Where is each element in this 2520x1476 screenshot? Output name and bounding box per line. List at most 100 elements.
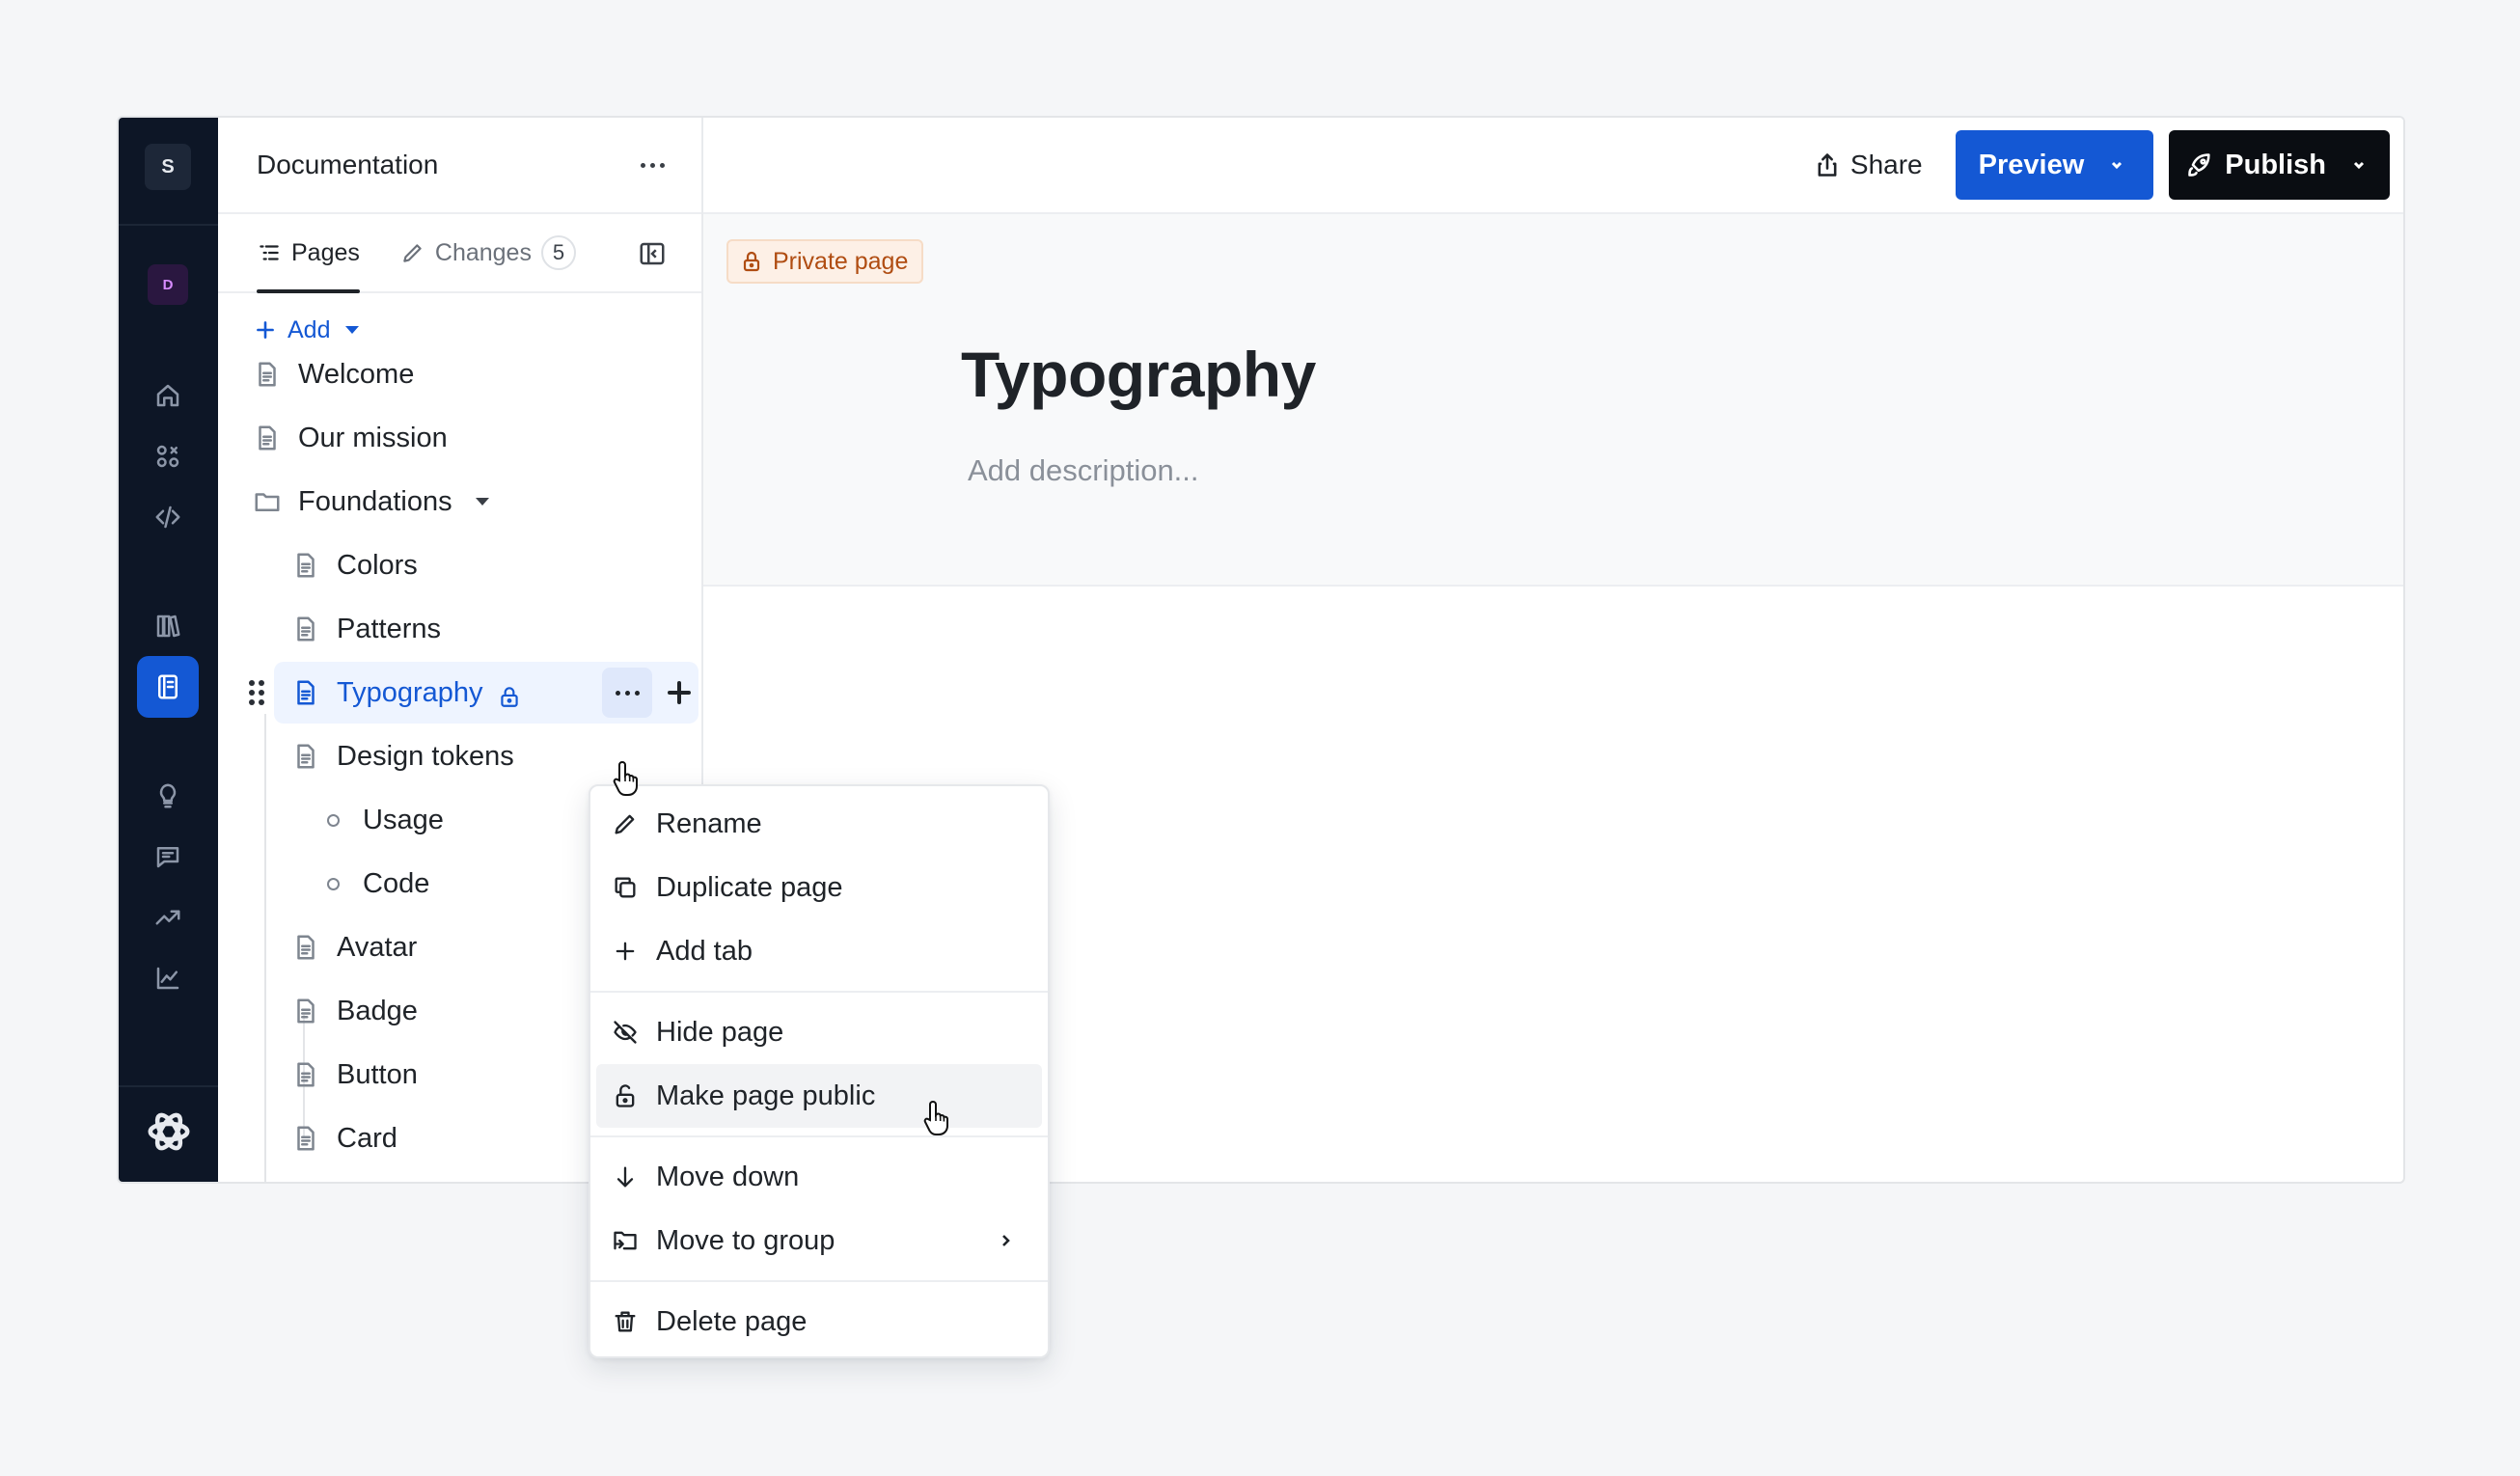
publish-label: Publish [2225, 149, 2326, 180]
editor-toolbar: Share Preview Publish [703, 118, 2403, 214]
page-description-input[interactable]: Add description... [968, 453, 1199, 488]
tree-item-badge[interactable]: Badge [291, 980, 418, 1042]
feedback-icon[interactable] [144, 833, 192, 881]
menu-divider [590, 991, 1048, 993]
sidebar-header: Documentation [218, 118, 701, 214]
menu-divider [590, 1135, 1048, 1137]
menu-item-duplicate-page[interactable]: Duplicate page [596, 856, 1042, 919]
sidebar-more-button[interactable] [641, 162, 665, 168]
project-switcher[interactable]: D [148, 264, 188, 305]
tree-item-design-tokens[interactable]: Design tokens [291, 725, 514, 787]
code-icon[interactable] [144, 493, 192, 541]
tab-bullet-icon [327, 877, 340, 890]
trending-icon[interactable] [144, 893, 192, 942]
share-button[interactable]: Share [1814, 150, 1923, 180]
page-icon [291, 678, 320, 707]
tab-changes[interactable]: Changes 5 [400, 214, 576, 291]
page-icon [253, 424, 282, 452]
tree-item-our-mission[interactable]: Our mission [253, 407, 448, 469]
tree-item-foundations[interactable]: Foundations [253, 471, 489, 533]
add-subpage-button[interactable] [660, 673, 698, 712]
row-actions [602, 668, 698, 718]
chevron-down-icon[interactable] [2095, 157, 2124, 173]
preview-button[interactable]: Preview [1955, 130, 2154, 200]
rocket-icon [2186, 151, 2213, 178]
preview-label: Preview [1978, 149, 2085, 180]
rail-divider [119, 1085, 218, 1087]
menu-item-add-tab[interactable]: Add tab [596, 919, 1042, 983]
menu-item-move-to-group[interactable]: Move to group [596, 1209, 1042, 1272]
pencil-icon [612, 810, 639, 837]
share-icon [1818, 153, 1837, 177]
chevron-down-icon[interactable] [2338, 157, 2367, 173]
menu-item-delete-page[interactable]: Delete page [596, 1290, 1042, 1353]
lightbulb-icon[interactable] [144, 772, 192, 820]
add-button-label: Add [288, 315, 331, 343]
tree-item-typography[interactable]: Typography [249, 662, 698, 724]
page-context-menu: Rename Duplicate page Add tab Hide page … [589, 784, 1050, 1358]
menu-item-label: Add tab [656, 935, 753, 967]
page-icon [291, 551, 320, 580]
library-icon[interactable] [144, 602, 192, 650]
chevron-right-icon [1000, 1233, 1013, 1248]
caret-down-icon [345, 326, 360, 334]
app-window: S D Documentation Pages Changes 5 Add We… [117, 116, 2405, 1184]
tree-item-label: Usage [363, 804, 444, 835]
menu-item-hide-page[interactable]: Hide page [596, 1000, 1042, 1064]
plus-icon [257, 321, 274, 339]
tree-item-welcome[interactable]: Welcome [253, 343, 414, 405]
page-title[interactable]: Typography [961, 338, 1316, 411]
page-icon [291, 742, 320, 771]
tree-item-patterns[interactable]: Patterns [291, 598, 441, 660]
workspace-switcher[interactable]: S [145, 144, 191, 190]
tree-item-label: Button [337, 1058, 418, 1090]
menu-item-move-down[interactable]: Move down [596, 1145, 1042, 1209]
trash-icon [612, 1308, 639, 1335]
tree-guide [264, 714, 266, 1182]
hand-cursor-icon [612, 758, 644, 797]
hand-cursor-icon [922, 1098, 955, 1136]
folder-icon [253, 487, 282, 516]
home-icon[interactable] [144, 371, 192, 420]
components-icon[interactable] [144, 432, 192, 480]
analytics-icon[interactable] [144, 954, 192, 1002]
private-page-label: Private page [773, 247, 909, 275]
menu-item-rename[interactable]: Rename [596, 792, 1042, 856]
tree-item-label: Avatar [337, 931, 418, 963]
tree-item-code[interactable]: Code [318, 853, 429, 915]
caret-down-icon[interactable] [475, 498, 489, 506]
tree-item-usage[interactable]: Usage [318, 789, 444, 851]
tab-pages[interactable]: Pages [257, 214, 360, 293]
collapse-sidebar-icon[interactable] [638, 239, 667, 268]
page-icon [291, 615, 320, 643]
publish-button[interactable]: Publish [2169, 130, 2390, 200]
tree-item-avatar[interactable]: Avatar [291, 916, 417, 978]
sidebar-title: Documentation [257, 150, 439, 179]
plus-icon [612, 938, 639, 965]
tree-item-label: Patterns [337, 613, 441, 644]
tab-changes-label: Changes [434, 238, 532, 266]
menu-item-label: Delete page [656, 1305, 808, 1337]
tree-item-button[interactable]: Button [291, 1044, 418, 1106]
pencil-icon [403, 244, 422, 262]
app-rail: S D [119, 118, 218, 1182]
tree-item-label: Colors [337, 549, 418, 581]
tree-item-label: Code [363, 867, 430, 899]
page-icon [253, 360, 282, 389]
folder-move-icon [612, 1227, 639, 1254]
tab-pages-label: Pages [291, 238, 360, 266]
menu-item-make-page-public[interactable]: Make page public [596, 1064, 1042, 1128]
menu-item-label: Move down [656, 1161, 800, 1192]
tree-item-colors[interactable]: Colors [291, 534, 418, 596]
menu-item-label: Duplicate page [656, 871, 843, 903]
tree-item-card[interactable]: Card [291, 1107, 397, 1169]
drag-handle-icon[interactable] [249, 680, 264, 705]
row-more-button[interactable] [602, 668, 652, 718]
private-page-badge[interactable]: Private page [726, 239, 924, 284]
app-logo-icon[interactable] [147, 1109, 191, 1154]
rail-divider [119, 224, 218, 226]
menu-item-label: Make page public [656, 1080, 876, 1111]
page-header: Private page Typography Add description.… [703, 214, 2403, 587]
documentation-icon[interactable] [137, 656, 199, 718]
tree-item-label: Design tokens [337, 740, 514, 772]
